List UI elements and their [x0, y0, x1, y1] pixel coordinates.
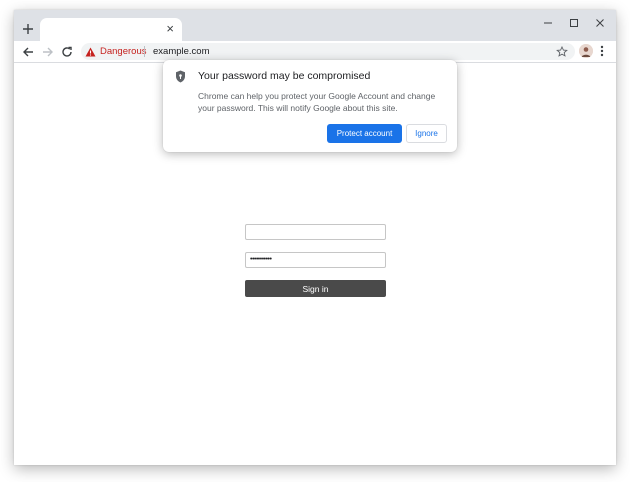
- minimize-icon: [544, 22, 552, 24]
- omnibox[interactable]: Dangerous example.com: [81, 43, 575, 60]
- chrome-menu-button[interactable]: [600, 44, 604, 58]
- bubble-body: Chrome can help you protect your Google …: [198, 91, 436, 113]
- reload-button[interactable]: [59, 44, 75, 60]
- bookmark-button[interactable]: [556, 45, 568, 57]
- username-field[interactable]: [245, 224, 386, 240]
- browser-window: × Dangerous example.com ••••••••••• Sign…: [14, 10, 616, 465]
- sign-in-button[interactable]: Sign in: [245, 280, 386, 297]
- bubble-title: Your password may be compromised: [198, 70, 371, 82]
- ignore-button[interactable]: Ignore: [406, 124, 447, 143]
- back-arrow-icon: [23, 47, 33, 57]
- security-label: Dangerous: [100, 46, 147, 57]
- profile-avatar[interactable]: [579, 44, 593, 58]
- close-window-button[interactable]: [593, 16, 607, 30]
- tab-close-icon[interactable]: ×: [166, 21, 174, 37]
- shield-key-icon: [175, 70, 186, 83]
- new-tab-button[interactable]: [20, 21, 36, 37]
- password-leak-bubble: Your password may be compromised Chrome …: [163, 60, 457, 152]
- avatar-image-icon: [579, 44, 593, 58]
- forward-arrow-icon: [43, 47, 53, 57]
- close-icon: [596, 19, 604, 27]
- forward-button[interactable]: [40, 44, 56, 60]
- plus-icon: [23, 24, 33, 34]
- password-value: •••••••••••: [250, 256, 272, 263]
- maximize-button[interactable]: [567, 16, 581, 30]
- password-field[interactable]: •••••••••••: [245, 252, 386, 268]
- security-indicator[interactable]: Dangerous: [85, 43, 146, 60]
- active-tab[interactable]: ×: [40, 18, 182, 41]
- url-text[interactable]: example.com: [153, 43, 210, 60]
- back-button[interactable]: [20, 44, 36, 60]
- warning-triangle-icon: [85, 47, 96, 56]
- omnibox-separator: [144, 46, 145, 57]
- minimize-button[interactable]: [541, 16, 555, 30]
- star-icon: [556, 45, 568, 57]
- more-vert-icon: [600, 45, 604, 57]
- reload-icon: [62, 46, 72, 57]
- maximize-icon: [570, 19, 578, 27]
- protect-account-button[interactable]: Protect account: [327, 124, 402, 143]
- tab-strip: ×: [14, 10, 616, 41]
